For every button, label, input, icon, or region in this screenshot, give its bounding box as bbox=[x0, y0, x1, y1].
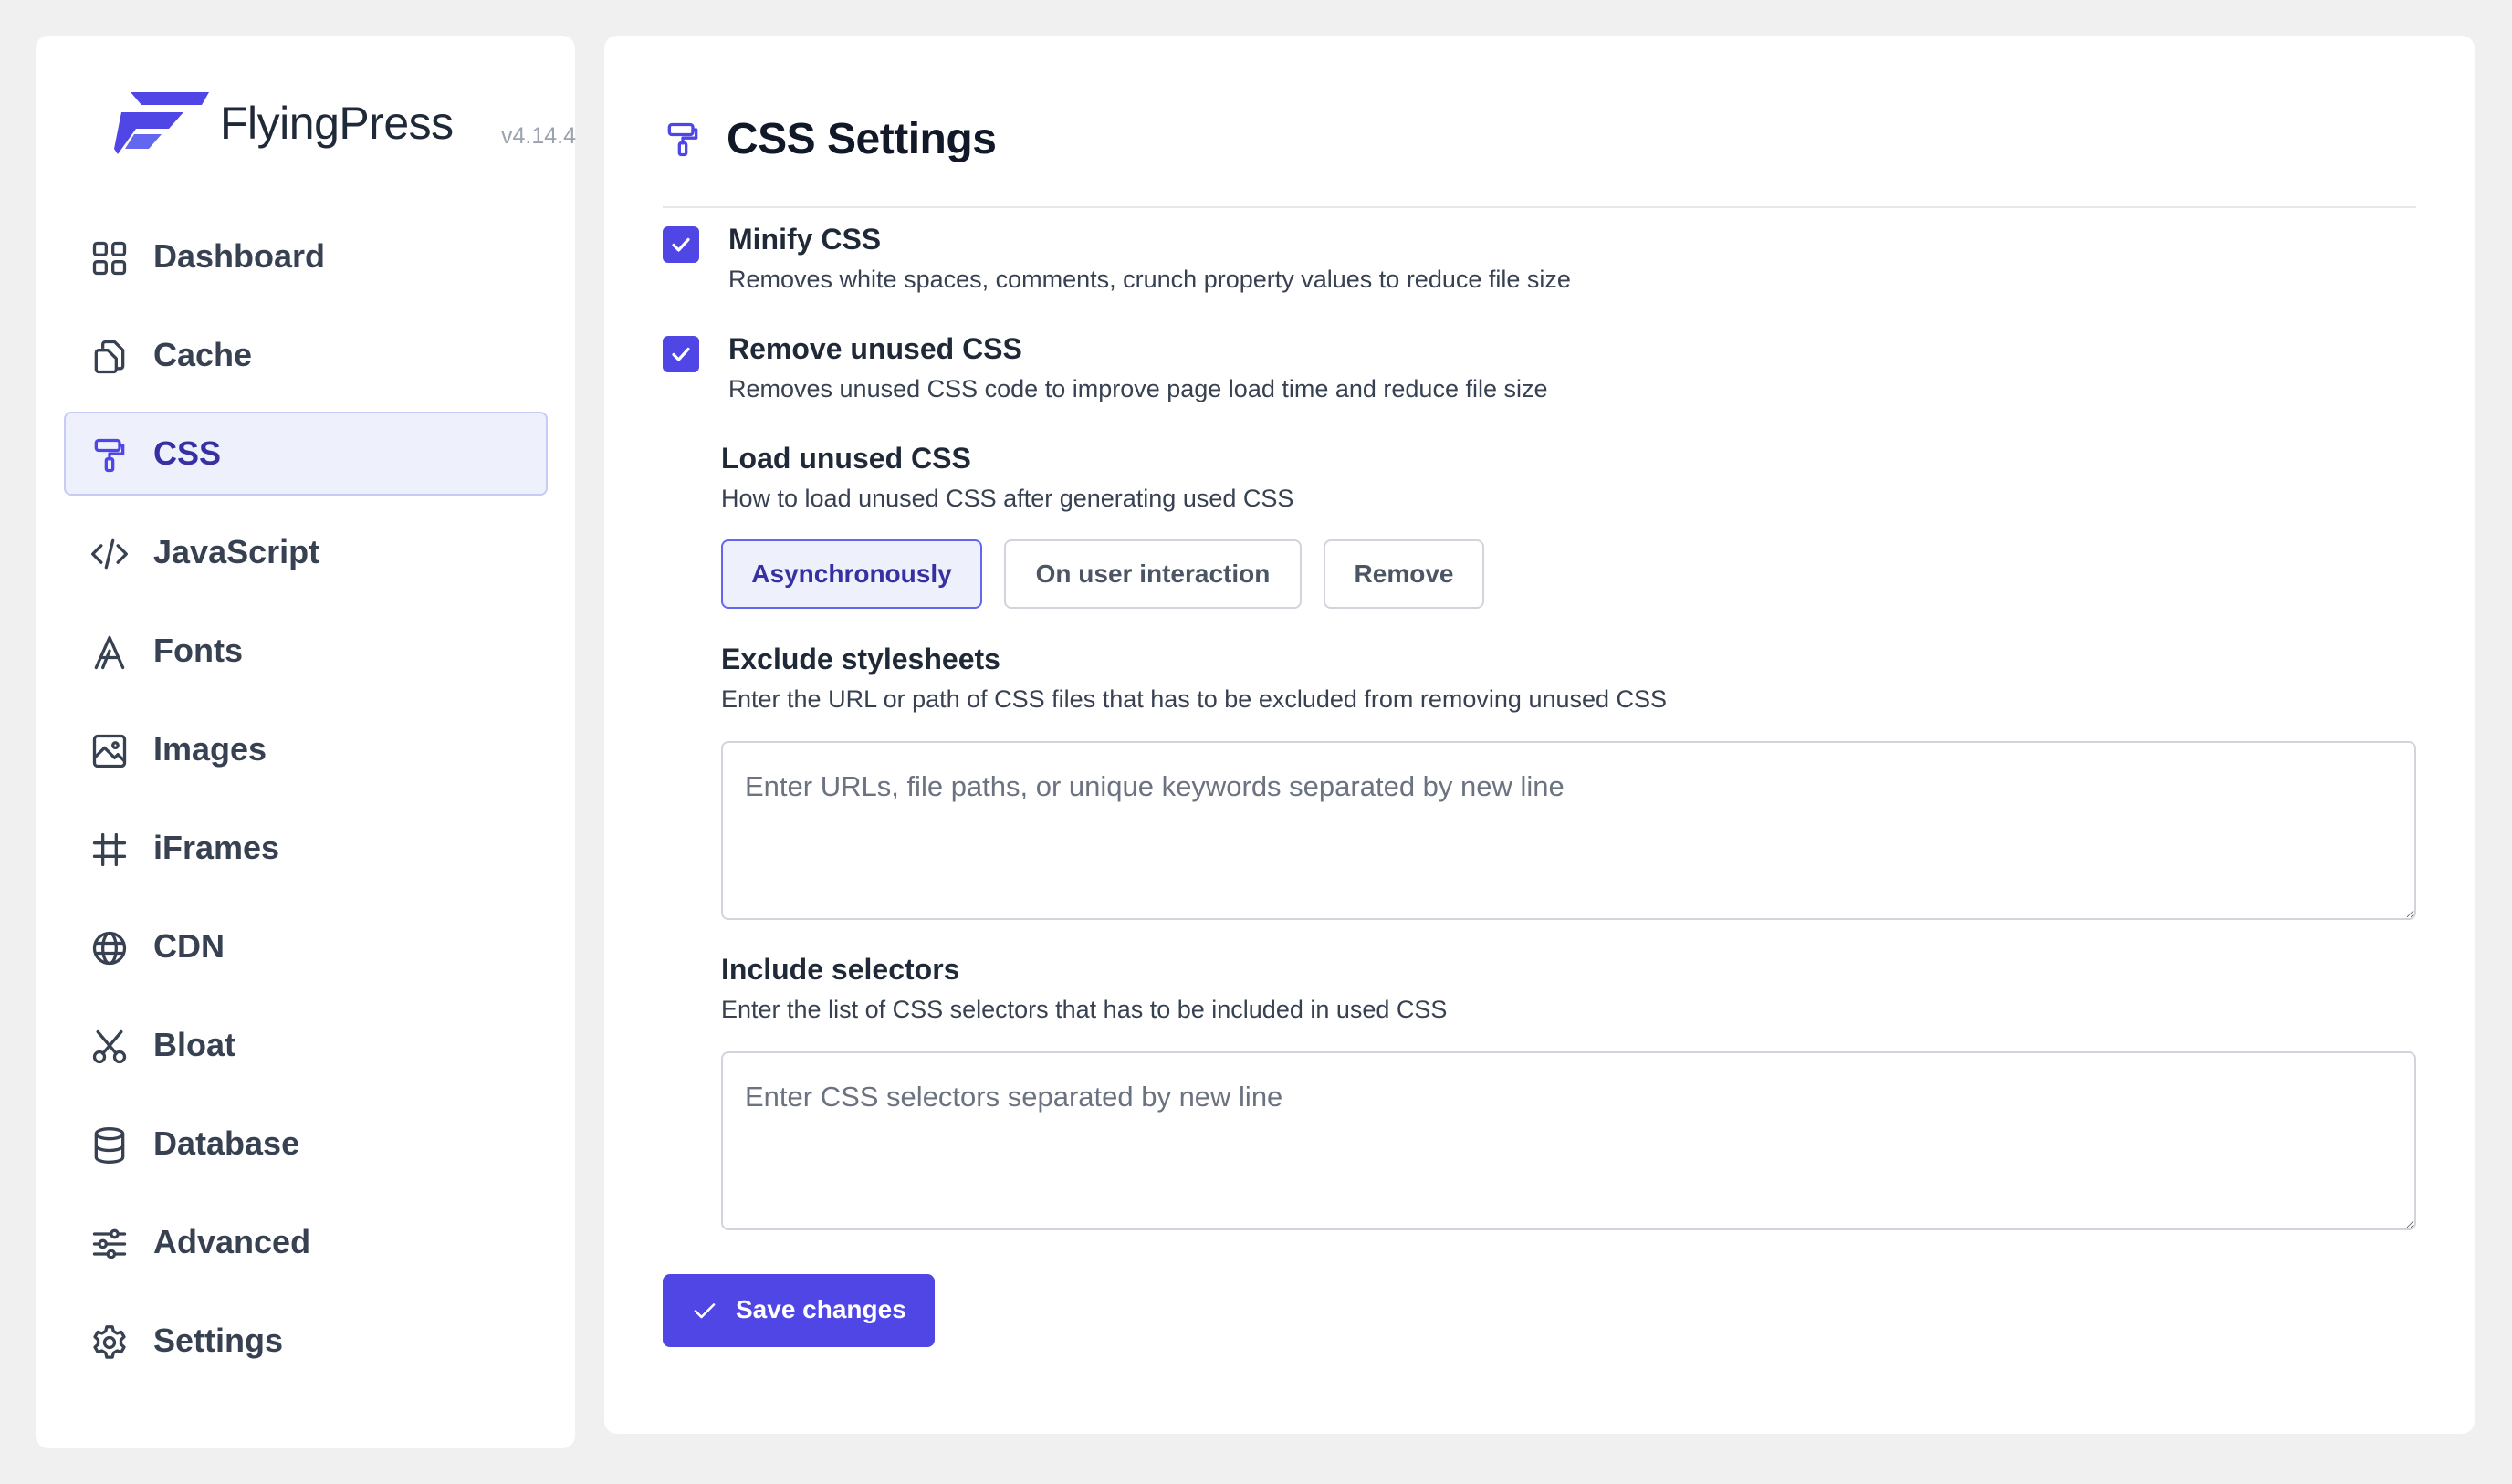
grid-icon bbox=[89, 238, 130, 278]
include-selectors-title: Include selectors bbox=[721, 953, 960, 986]
paint-roller-icon bbox=[663, 120, 703, 160]
exclude-stylesheets-input[interactable] bbox=[721, 741, 2416, 920]
sidebar-item-database[interactable]: Database bbox=[64, 1102, 548, 1186]
exclude-stylesheets-title: Exclude stylesheets bbox=[721, 643, 1000, 675]
font-icon bbox=[89, 632, 130, 673]
sidebar-item-cache[interactable]: Cache bbox=[64, 313, 548, 397]
checkmark-icon bbox=[672, 347, 690, 361]
option-on-user-interaction-button[interactable]: On user interaction bbox=[1004, 539, 1302, 609]
sidebar-item-fonts[interactable]: Fonts bbox=[64, 609, 548, 693]
sidebar-item-label: CDN bbox=[153, 927, 225, 965]
version-label: v4.14.4 bbox=[501, 123, 577, 149]
sidebar-item-label: Advanced bbox=[153, 1223, 311, 1260]
minify-css-description: Removes white spaces, comments, crunch p… bbox=[728, 266, 1571, 293]
save-changes-label: Save changes bbox=[736, 1295, 906, 1323]
include-selectors-description: Enter the list of CSS selectors that has… bbox=[721, 996, 1448, 1023]
sidebar-item-label: Fonts bbox=[153, 632, 243, 669]
sidebar-item-label: CSS bbox=[153, 434, 222, 472]
sidebar-item-label: JavaScript bbox=[153, 533, 320, 570]
main-panel: CSS Settings Minify CSS Removes white sp… bbox=[604, 36, 2475, 1434]
sidebar-item-css[interactable]: CSS bbox=[64, 412, 548, 496]
minify-css-title: Minify CSS bbox=[728, 223, 882, 256]
sidebar-item-settings[interactable]: Settings bbox=[64, 1299, 548, 1383]
remove-unused-css-description: Removes unused CSS code to improve page … bbox=[728, 375, 1548, 402]
sidebar: FlyingPress v4.14.4 Dashboard Cache CSS … bbox=[36, 36, 576, 1448]
sidebar-item-label: Cache bbox=[153, 336, 253, 373]
globe-icon bbox=[89, 928, 130, 968]
load-unused-css-title: Load unused CSS bbox=[721, 442, 971, 475]
code-icon bbox=[89, 534, 130, 574]
sidebar-item-label: Bloat bbox=[153, 1026, 236, 1063]
include-selectors-input[interactable] bbox=[721, 1051, 2416, 1230]
sidebar-item-advanced[interactable]: Advanced bbox=[64, 1200, 548, 1284]
brand-name: FlyingPress bbox=[220, 98, 454, 149]
remove-unused-css-title: Remove unused CSS bbox=[728, 332, 1022, 365]
copy-icon bbox=[89, 337, 130, 377]
flyingpress-logo-icon bbox=[114, 92, 209, 154]
sidebar-item-label: Images bbox=[153, 730, 267, 768]
image-icon bbox=[89, 731, 130, 771]
paint-roller-icon bbox=[89, 435, 130, 476]
exclude-stylesheets-description: Enter the URL or path of CSS files that … bbox=[721, 685, 1668, 713]
sidebar-item-cdn[interactable]: CDN bbox=[64, 904, 548, 988]
minify-css-checkbox[interactable] bbox=[663, 226, 699, 263]
page-header: CSS Settings bbox=[663, 83, 2416, 208]
page-title: CSS Settings bbox=[727, 115, 997, 163]
hash-icon bbox=[89, 830, 130, 870]
gear-icon bbox=[89, 1322, 130, 1363]
sidebar-nav: Dashboard Cache CSS JavaScript Fonts Ima… bbox=[64, 214, 548, 1397]
sidebar-item-dashboard[interactable]: Dashboard bbox=[64, 214, 548, 298]
load-unused-css-description: How to load unused CSS after generating … bbox=[721, 485, 1294, 512]
checkmark-icon bbox=[672, 237, 690, 252]
option-asynchronously-button[interactable]: Asynchronously bbox=[721, 539, 982, 609]
sidebar-item-bloat[interactable]: Bloat bbox=[64, 1003, 548, 1087]
remove-unused-css-checkbox[interactable] bbox=[663, 336, 699, 372]
sidebar-item-javascript[interactable]: JavaScript bbox=[64, 510, 548, 594]
sidebar-item-label: Dashboard bbox=[153, 237, 326, 275]
check-icon bbox=[692, 1298, 717, 1323]
save-changes-button[interactable]: Save changes bbox=[663, 1274, 935, 1347]
sidebar-item-label: iFrames bbox=[153, 829, 280, 866]
sidebar-item-label: Database bbox=[153, 1124, 300, 1162]
sidebar-item-iframes[interactable]: iFrames bbox=[64, 806, 548, 890]
sidebar-item-label: Settings bbox=[153, 1322, 284, 1359]
brand: FlyingPress v4.14.4 bbox=[79, 90, 576, 163]
scissors-icon bbox=[89, 1027, 130, 1067]
sidebar-item-images[interactable]: Images bbox=[64, 707, 548, 791]
database-icon bbox=[89, 1125, 130, 1165]
option-remove-button[interactable]: Remove bbox=[1324, 539, 1484, 609]
sliders-icon bbox=[89, 1224, 130, 1264]
